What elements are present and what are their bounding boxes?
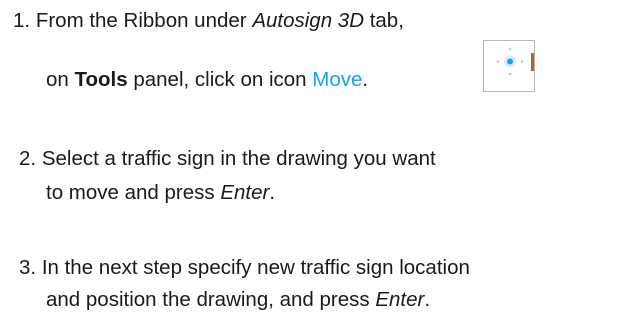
step-1-line-2-prefix: on [46,68,75,91]
move-icon-button[interactable] [483,40,535,92]
step-1-text-suffix: tab, [364,9,404,32]
move-command-link[interactable]: Move [312,68,362,91]
step-2-line-2-suffix: . [269,181,276,204]
move-icon-left-arrow [496,59,499,64]
step-1-line-2-suffix: . [362,68,369,91]
step-1-line-2: on Tools panel, click on icon Move. [46,67,368,93]
panel-name: Tools [74,68,128,91]
step-3-line-2-suffix: . [424,288,431,311]
step-3-line-2-prefix: and position the drawing, and press [46,288,376,311]
move-icon-down-arrow [508,73,512,76]
step-2-number: 2. [19,147,37,170]
step-1-line-1: 1. From the Ribbon under Autosign 3D tab… [13,8,404,34]
move-icon-right-arrow [521,59,524,64]
ribbon-tab-name: Autosign 3D [252,9,365,32]
step-1-text-prefix: From the Ribbon under [35,9,253,32]
step-3-line-2: and position the drawing, and press Ente… [46,287,430,313]
step-2-line-2-prefix: to move and press [46,181,221,204]
step-2-line-1: 2. Select a traffic sign in the drawing … [19,146,436,172]
step-2-key: Enter [220,181,270,204]
step-2-line-2: to move and press Enter. [46,180,275,206]
step-1-number: 1. [13,9,31,32]
step-3-number: 3. [19,256,37,279]
move-icon [496,47,534,76]
move-icon-bar [531,53,534,71]
step-3-key: Enter [375,288,425,311]
move-icon-center-dot [507,58,513,65]
step-2-text: Select a traffic sign in the drawing you… [41,147,436,170]
move-icon-up-arrow [508,47,512,50]
step-1-line-2-middle: panel, click on icon [127,68,313,91]
step-3-line-1: 3. In the next step specify new traffic … [19,255,470,281]
step-3-text: In the next step specify new traffic sig… [41,256,470,279]
